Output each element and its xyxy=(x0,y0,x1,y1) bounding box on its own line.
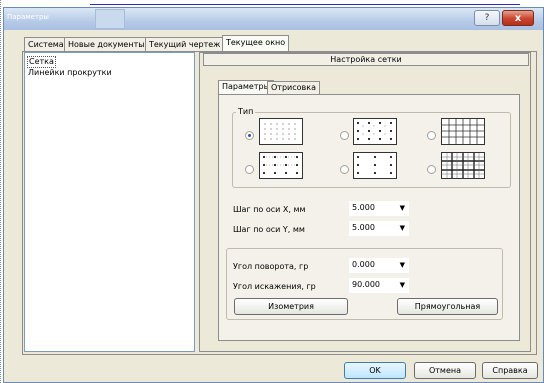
skew-value: 90.000 xyxy=(352,280,380,289)
step-y-value: 5.000 xyxy=(352,223,375,232)
grid-type-coarse-dots-icon xyxy=(353,152,397,179)
chevron-down-icon[interactable]: ▼ xyxy=(400,278,405,292)
grid-type-heavy-lines-icon xyxy=(441,152,485,179)
tab-new-documents[interactable]: Новые документы xyxy=(64,37,149,51)
tab-current-drawing[interactable]: Текущий чертеж xyxy=(145,37,225,51)
isometry-button[interactable]: Изометрия xyxy=(234,298,348,315)
window-title: Параметры xyxy=(7,13,49,21)
tab-system[interactable]: Система xyxy=(24,37,68,51)
section-header: Настройка сетки xyxy=(203,53,529,66)
step-x-combo[interactable]: 5.000 ▼ xyxy=(349,201,409,216)
background-dots xyxy=(0,0,2,383)
rotation-value: 0.000 xyxy=(352,260,375,269)
chevron-down-icon[interactable]: ▼ xyxy=(400,201,405,215)
help-title-button[interactable]: ? xyxy=(474,10,500,26)
tab-parameters[interactable]: Параметры xyxy=(218,80,274,95)
step-y-label: Шаг по оси Y, мм xyxy=(233,225,305,234)
close-button[interactable]: x xyxy=(502,10,534,26)
tree-item-scrollbars[interactable]: Линейки прокрутки xyxy=(28,68,112,78)
chevron-down-icon[interactable]: ▼ xyxy=(400,221,405,235)
background-link-line xyxy=(90,4,520,5)
grid-type-radio-1[interactable] xyxy=(245,131,254,140)
step-x-label: Шаг по оси X, мм xyxy=(233,205,306,214)
tab-current-window[interactable]: Текущее окно xyxy=(222,35,290,51)
step-x-value: 5.000 xyxy=(352,203,375,212)
rotation-combo[interactable]: 0.000 ▼ xyxy=(349,258,409,273)
tree-item-grid[interactable]: Сетка xyxy=(27,56,56,68)
grid-type-radio-3[interactable] xyxy=(427,131,436,140)
step-y-combo[interactable]: 5.000 ▼ xyxy=(349,221,409,236)
help-button[interactable]: Справка xyxy=(482,362,538,379)
ok-button[interactable]: OK xyxy=(344,362,406,379)
tab-rendering[interactable]: Отрисовка xyxy=(267,81,320,94)
title-bar xyxy=(4,8,543,30)
grid-type-radio-5[interactable] xyxy=(340,165,349,174)
rectangular-button[interactable]: Прямоугольная xyxy=(397,298,498,315)
grid-type-radio-4[interactable] xyxy=(245,165,254,174)
settings-tree[interactable]: Сетка Линейки прокрутки xyxy=(24,52,195,352)
grid-type-radio-2[interactable] xyxy=(340,131,349,140)
skew-combo[interactable]: 90.000 ▼ xyxy=(349,278,409,293)
rotation-label: Угол поворота, гр xyxy=(233,262,309,271)
grid-type-square-dots-icon xyxy=(353,118,397,145)
skew-label: Угол искажения, гр xyxy=(233,282,316,291)
grid-type-lines-icon xyxy=(441,118,485,145)
grid-type-radio-6[interactable] xyxy=(427,165,436,174)
grid-type-fine-dots-icon xyxy=(259,118,303,145)
type-group-legend: Тип xyxy=(236,107,256,116)
cancel-button[interactable]: Отмена xyxy=(414,362,476,379)
title-bar-ghost-block xyxy=(95,9,125,29)
grid-type-dashes-icon xyxy=(259,152,303,179)
chevron-down-icon[interactable]: ▼ xyxy=(400,258,405,272)
